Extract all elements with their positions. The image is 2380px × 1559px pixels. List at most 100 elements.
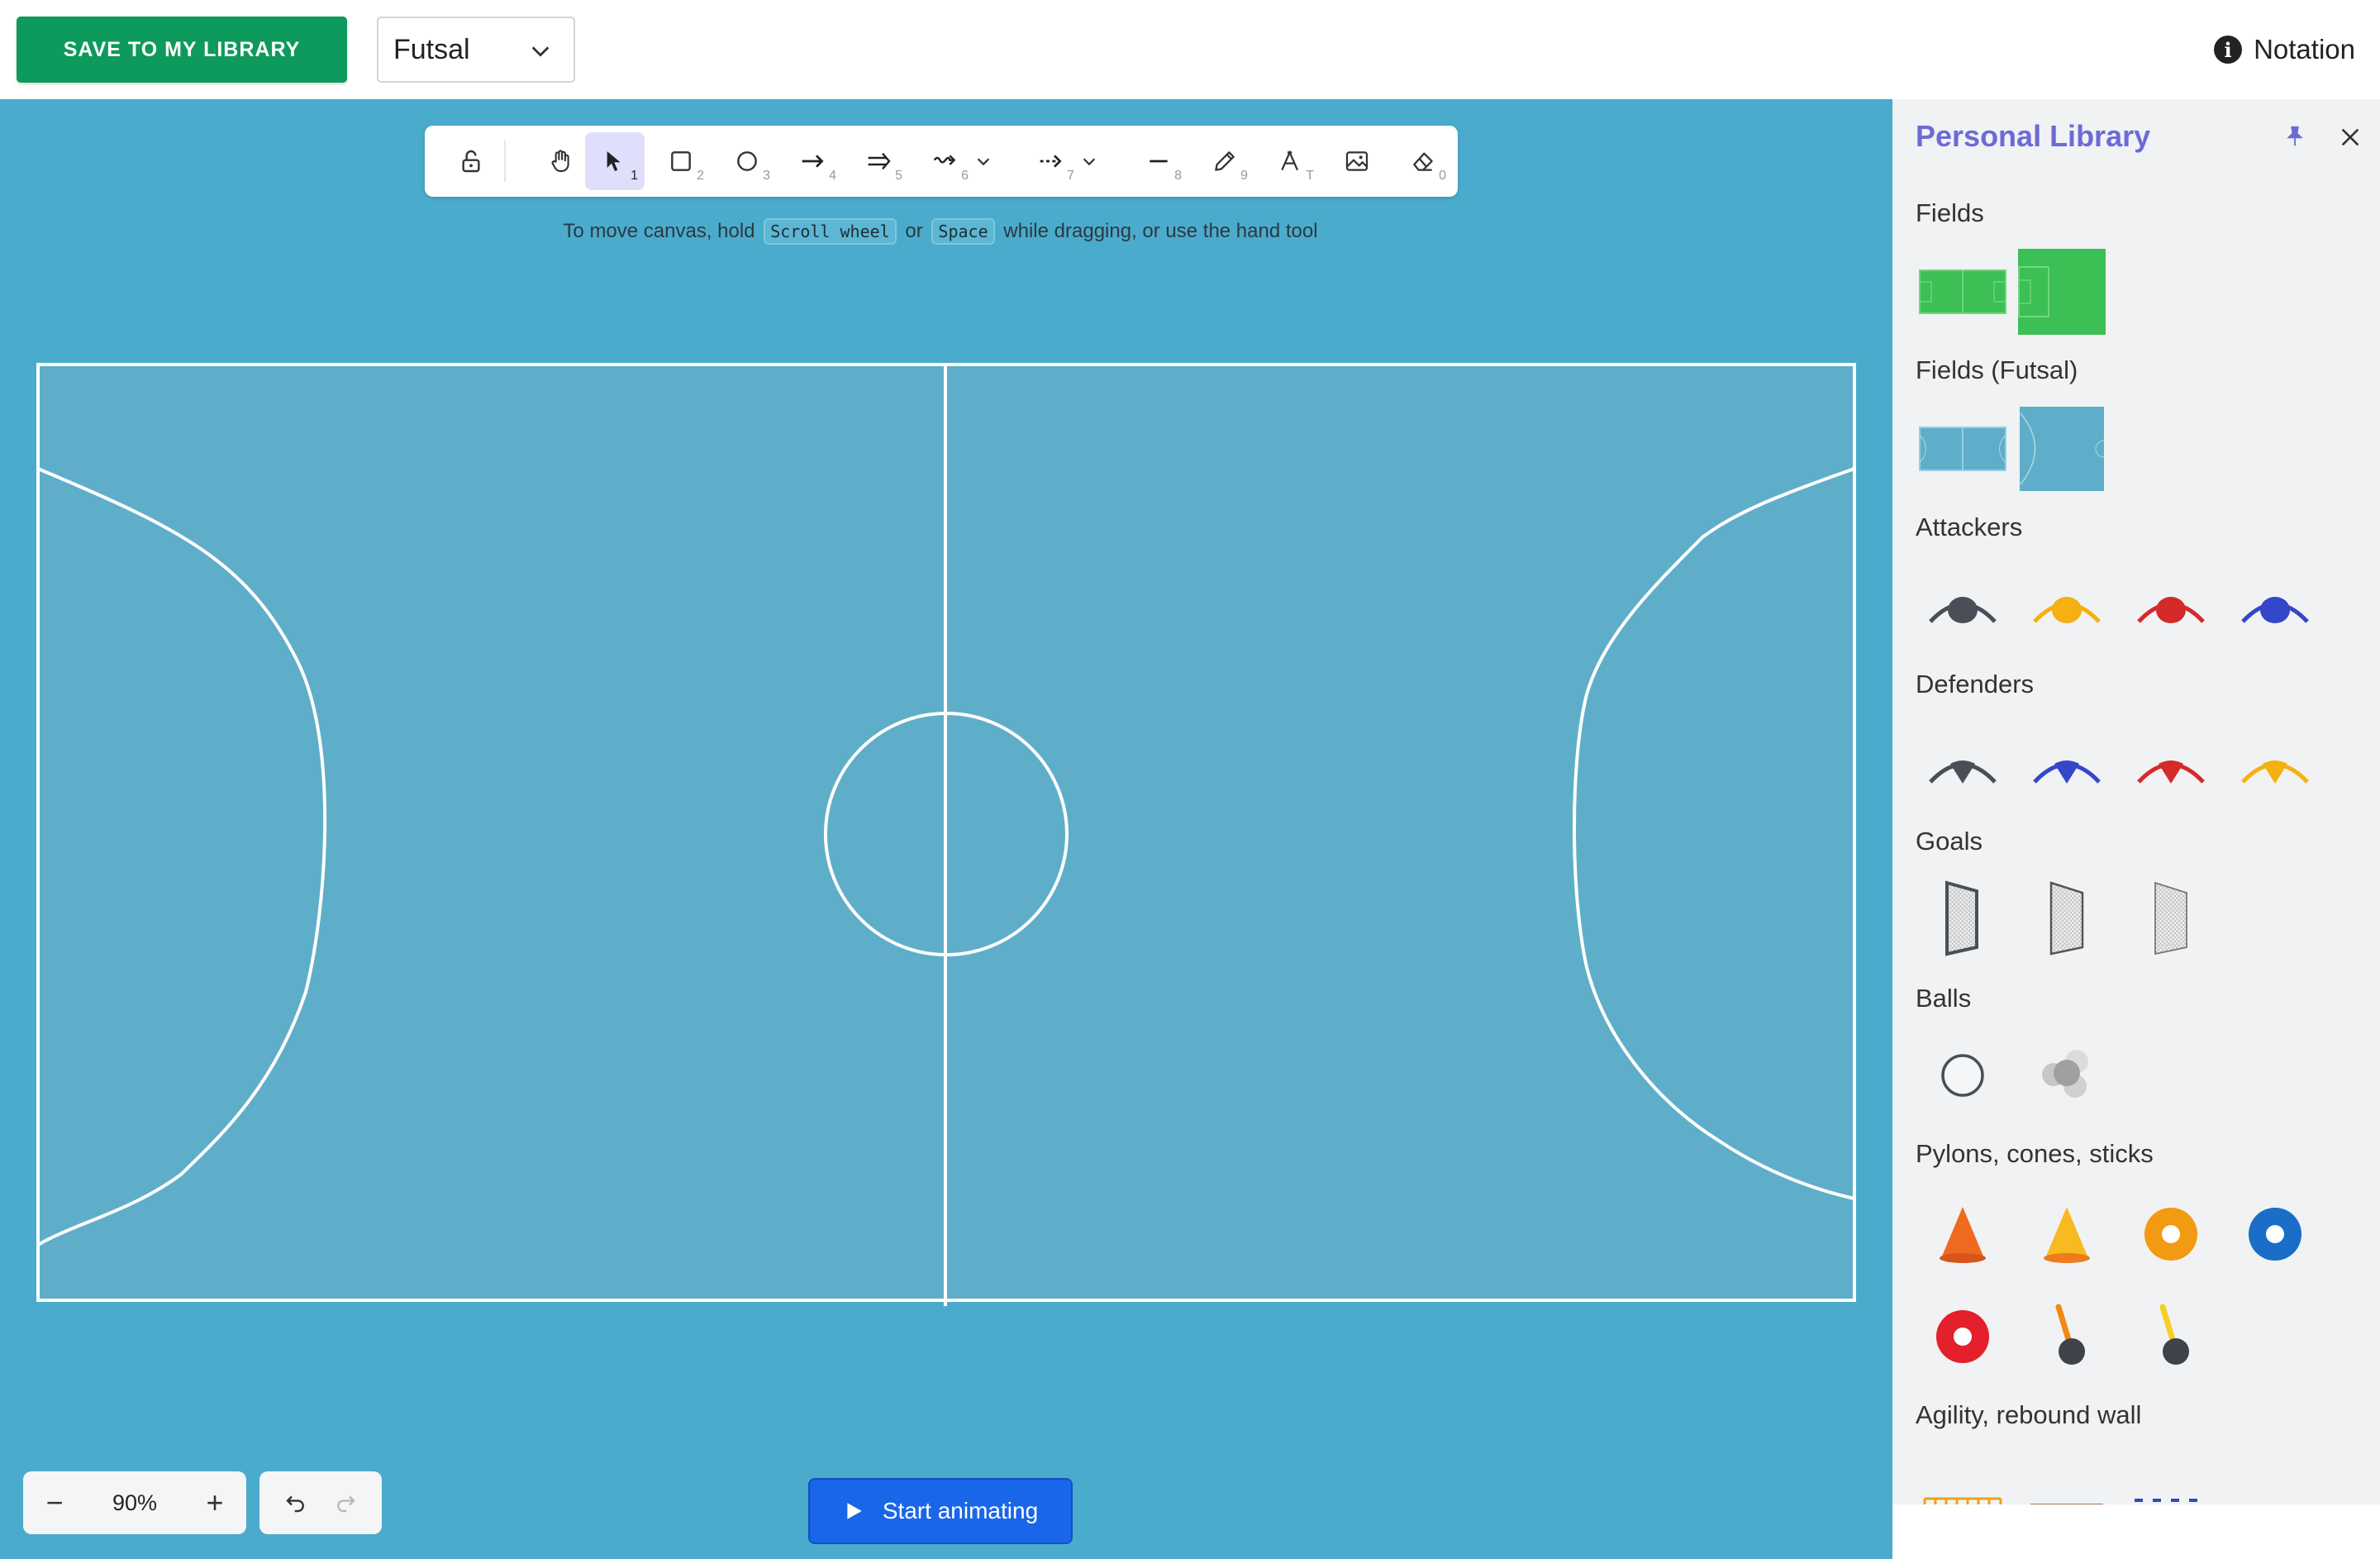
library-title: Personal Library xyxy=(1916,119,2151,153)
info-icon: i xyxy=(2214,36,2243,64)
wave-arrow-options[interactable] xyxy=(967,132,1000,190)
hand-icon xyxy=(551,150,569,173)
close-icon[interactable] xyxy=(2339,126,2362,149)
disc-red-item[interactable] xyxy=(1917,1291,2008,1382)
arrow-tool[interactable]: 4 xyxy=(783,132,843,190)
zoom-out-button[interactable]: − xyxy=(23,1471,86,1534)
zoom-controls: − 90% + xyxy=(23,1471,246,1534)
disc-cone-orange-icon xyxy=(2144,1208,2197,1261)
toolbar-divider xyxy=(504,141,506,182)
tool-shortcut: 8 xyxy=(1174,169,1182,183)
defender-yellow-item[interactable] xyxy=(2230,721,2320,812)
tool-shortcut: 3 xyxy=(763,169,770,183)
defender-dark-item[interactable] xyxy=(1917,721,2008,812)
lock-tool[interactable] xyxy=(441,132,501,190)
disc-blue-item[interactable] xyxy=(2230,1189,2320,1280)
pin-icon[interactable] xyxy=(2282,124,2307,149)
hurdle-line-item[interactable] xyxy=(2125,1455,2216,1504)
pointer-arrow-icon xyxy=(607,151,621,171)
tool-shortcut: T xyxy=(1306,169,1314,183)
section-attackers: Attackers xyxy=(1916,513,2023,541)
stick-orange-icon xyxy=(2055,1304,2085,1365)
undo-icon[interactable] xyxy=(283,1490,308,1515)
futsal-field-horizontal xyxy=(1919,427,2006,471)
attacker-yellow-item[interactable] xyxy=(2021,562,2112,653)
start-animating-button[interactable]: Start animating xyxy=(808,1478,1073,1544)
redo-icon[interactable] xyxy=(333,1490,358,1515)
defender-yellow-icon xyxy=(2241,760,2309,784)
cone-orange-item[interactable] xyxy=(1917,1189,2008,1280)
image-tool[interactable] xyxy=(1327,132,1387,190)
zoom-in-button[interactable]: + xyxy=(183,1471,246,1534)
zoom-level[interactable]: 90% xyxy=(86,1490,183,1516)
personal-library-panel: Personal Library Fields Fields (Futsal) … xyxy=(1892,99,2380,1504)
defender-red-icon xyxy=(2137,760,2205,784)
defender-red-item[interactable] xyxy=(2125,721,2216,812)
soccer-field-horizontal xyxy=(1919,269,2006,314)
line-tool[interactable]: 8 xyxy=(1129,132,1188,190)
selection-tool[interactable]: 1 xyxy=(585,132,645,190)
text-tool[interactable]: T xyxy=(1261,132,1321,190)
canvas-hint: To move canvas, hold Scroll wheel or Spa… xyxy=(0,218,1881,245)
drawing-toolbar: 1 2 3 4 5 6 7 8 9 T 0 xyxy=(425,126,1458,197)
cone-yellow-item[interactable] xyxy=(2021,1189,2112,1280)
double-arrow-tool[interactable]: 5 xyxy=(850,132,909,190)
library-footer xyxy=(1892,1504,2380,1559)
space-key: Space xyxy=(931,218,995,245)
ellipse-tool[interactable]: 3 xyxy=(717,132,777,190)
save-to-library-button[interactable]: SAVE TO MY LIBRARY xyxy=(17,17,347,83)
sport-select[interactable]: Futsal xyxy=(377,17,575,83)
hand-tool[interactable] xyxy=(531,132,590,190)
goal-thin-item[interactable] xyxy=(2125,873,2216,964)
field-horizontal-item[interactable] xyxy=(1917,246,2008,337)
balls-group-icon xyxy=(2042,1050,2088,1098)
goal-side-item[interactable] xyxy=(2021,873,2112,964)
start-animating-label: Start animating xyxy=(882,1498,1039,1523)
defender-dark-icon xyxy=(1929,760,1997,784)
play-icon xyxy=(847,1503,862,1519)
futsal-field-half-item[interactable] xyxy=(2016,403,2107,494)
field-half-item[interactable] xyxy=(2016,246,2107,337)
tool-shortcut: 1 xyxy=(631,169,638,183)
rebound-wall-item[interactable] xyxy=(2021,1455,2112,1504)
balls-group-item[interactable] xyxy=(2021,1030,2112,1121)
futsal-field-half xyxy=(2020,407,2104,491)
drawing-canvas[interactable]: 1 2 3 4 5 6 7 8 9 T 0 To move canvas, ho… xyxy=(0,99,1892,1559)
attacker-dark-item[interactable] xyxy=(1917,562,2008,653)
section-fields-futsal: Fields (Futsal) xyxy=(1916,355,2078,384)
agility-ladder-icon xyxy=(1923,1497,2002,1504)
double-arrow-icon xyxy=(868,152,891,170)
unlock-icon xyxy=(462,150,480,173)
stick-orange-item[interactable] xyxy=(2021,1291,2112,1382)
hint-middle: or xyxy=(905,220,923,242)
top-bar: SAVE TO MY LIBRARY Futsal i Notation xyxy=(0,0,2380,99)
section-goals: Goals xyxy=(1916,827,1983,856)
ball-item[interactable] xyxy=(1917,1030,2008,1121)
pencil-tool[interactable]: 9 xyxy=(1195,132,1254,190)
goal-front-item[interactable] xyxy=(1917,873,2008,964)
attacker-blue-item[interactable] xyxy=(2230,562,2320,653)
ball-icon xyxy=(1941,1054,1984,1097)
futsal-field-horizontal-item[interactable] xyxy=(1917,403,2008,494)
defender-blue-item[interactable] xyxy=(2021,721,2112,812)
attacker-red-item[interactable] xyxy=(2125,562,2216,653)
goal-icon xyxy=(1945,880,1978,956)
image-icon xyxy=(1345,151,1368,171)
section-balls: Balls xyxy=(1916,984,1972,1013)
disc-orange-item[interactable] xyxy=(2125,1189,2216,1280)
section-fields: Fields xyxy=(1916,198,1984,227)
agility-ladder-item[interactable] xyxy=(1917,1455,2008,1504)
dashed-arrow-options[interactable] xyxy=(1073,132,1106,190)
chevron-down-icon xyxy=(1083,158,1096,166)
tool-shortcut: 2 xyxy=(697,169,704,183)
notation-link[interactable]: i Notation xyxy=(2214,28,2355,71)
tool-shortcut: 9 xyxy=(1240,169,1248,183)
wave-arrow-icon xyxy=(933,155,956,165)
stick-yellow-item[interactable] xyxy=(2125,1291,2216,1382)
pencil-icon xyxy=(1215,151,1235,171)
circle-icon xyxy=(737,151,757,171)
notation-label: Notation xyxy=(2254,34,2355,64)
rectangle-tool[interactable]: 2 xyxy=(651,132,711,190)
line-icon xyxy=(1150,160,1168,163)
eraser-tool[interactable]: 0 xyxy=(1393,132,1453,190)
